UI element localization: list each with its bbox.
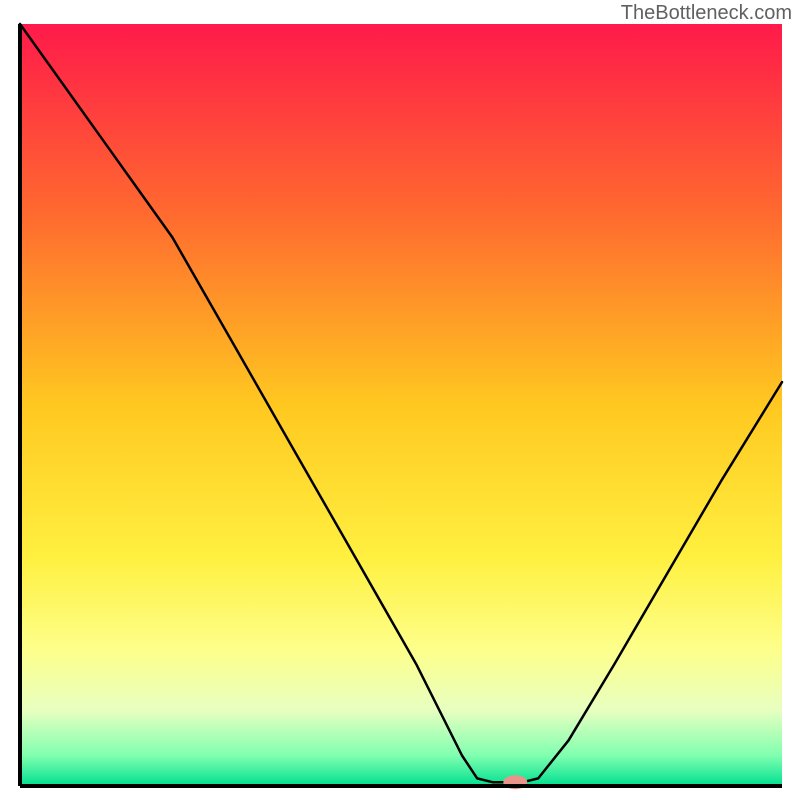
chart-container: TheBottleneck.com — [0, 0, 800, 800]
bottleneck-chart — [0, 0, 800, 800]
watermark-text: TheBottleneck.com — [621, 2, 792, 25]
plot-background — [20, 24, 782, 786]
